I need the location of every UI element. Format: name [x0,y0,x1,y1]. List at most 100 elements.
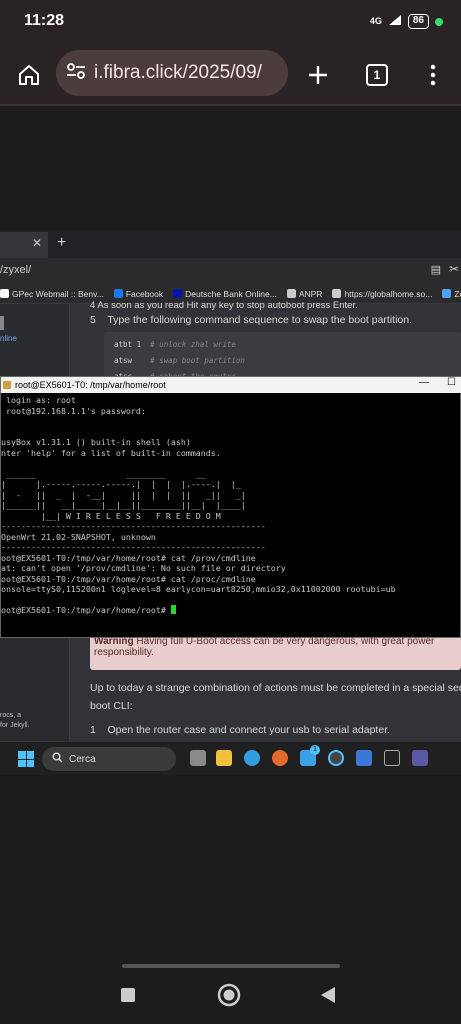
step-number: 5 [90,314,96,326]
edge-address-bar[interactable]: /zyxel/ ▤ ✂ [0,258,461,284]
store-icon[interactable]: 1 [300,745,320,766]
terminal-line: ----------------------------------------… [1,521,266,531]
speedtest-icon[interactable] [328,750,344,766]
browser-toolbar: i.fibra.click/2025/09/ 1 [0,46,461,104]
terminal-title: root@EX5601-T0: /tmp/var/home/root [15,380,166,390]
page-background-top [0,106,461,230]
maximize-icon[interactable]: ☐ [447,377,456,388]
sidebar-link[interactable]: nline [0,334,17,343]
tab-count: 1 [366,64,388,86]
taskbar-search[interactable]: Cerca [42,747,176,771]
terminal-line: ______ ________ __ [1,468,206,479]
terminal-output[interactable]: login as: root root@192.168.1.1's passwo… [1,395,461,639]
edge-tab[interactable]: ✕ [0,232,48,258]
site-settings-icon[interactable] [66,62,86,85]
terminal-line: usyBox v1.31.1 () built-in shell (ash) [1,437,191,447]
bookmark-item[interactable]: https://globalhome.so... [332,289,432,299]
warning-box: Warning Having full U-Boot access can be… [90,634,461,670]
minimize-icon[interactable]: — [419,377,429,388]
putty-icon [3,381,11,389]
bookmark-label: GPec Webmail :: Benv... [12,288,104,299]
bookmark-favicon-icon [113,289,123,298]
bookmark-label: Deutsche Bank Online... [185,288,277,299]
terminal-line: oot@EX5601-T0:/tmp/var/home/root# cat /p… [1,552,256,563]
doc-step1: 1 Open the router case and connect your … [90,724,390,736]
privacy-indicator-icon [435,17,443,26]
signal-icon [388,14,402,29]
terminal-window[interactable]: root@EX5601-T0: /tmp/var/home/root — ☐ l… [0,376,461,638]
code-line: atbt 1 # unlock zhal write [114,340,236,349]
bookmark-favicon-icon [332,289,342,298]
firefox-icon[interactable] [272,750,288,766]
bookmark-label: ANPR [298,288,323,299]
bookmark-favicon-icon [173,289,183,298]
terminal-line: |______|| __|_____|__|__||________||__| … [1,500,246,510]
terminal-line: nter 'help' for a list of built-in comma… [1,447,221,458]
terminal-line: OpenWrt 21.02-SNAPSHOT, unknown [1,531,156,542]
task-view-icon[interactable] [190,750,206,766]
more-options-icon[interactable] [418,60,448,90]
extensions-icon[interactable]: ✂ [449,262,459,276]
status-bar: 11:28 4G 86 [0,0,461,46]
terminal-line: | |.-----.-----.-----.| | | |.----.| |_ [1,479,241,489]
home-nav-icon[interactable] [214,980,244,1010]
network-type: 4G [369,16,382,26]
step-text: Type the following command sequence to s… [107,314,413,326]
terminal-line: oot@EX5601-T0:/tmp/var/home/root# [1,605,461,616]
terminal-line: login as: root [1,395,76,405]
new-tab-icon[interactable] [303,60,333,90]
close-icon[interactable]: ✕ [32,236,42,250]
terminal-line: onsole=ttyS0,115200n1 loglevel=8 earlyco… [1,584,396,594]
bookmark-item[interactable]: GPec Webmail :: Benv... [0,289,104,299]
home-icon[interactable] [14,60,44,90]
bookmark-item[interactable]: Facebook [113,288,164,299]
file-explorer-icon[interactable] [216,750,232,766]
notepad-icon[interactable] [356,750,372,766]
status-icons: 4G 86 [370,14,443,29]
bookmark-label: Zcs Azzurro Portal [454,288,461,299]
bookmark-label: Facebook [125,288,164,299]
terminal-line: oot@EX5601-T0:/tmp/var/home/root# cat /p… [1,573,256,584]
terminal-line: at: can't open '/prov/cmdline': No such … [1,563,286,573]
bookmark-favicon-icon [0,289,9,298]
terminal-icon[interactable] [384,750,400,766]
url-text: i.fibra.click/2025/09/ [94,62,262,83]
bookmark-item[interactable]: ANPR [286,288,323,299]
terminal-line: root@192.168.1.1's password: [1,405,146,416]
windows-taskbar: Cerca 1 [0,741,461,775]
sidebar-footer-line: rocs, a [0,712,22,719]
code-line: atsw # swap boot partition [114,356,245,365]
gesture-handle[interactable] [122,964,340,968]
bookmark-item[interactable]: Zcs Azzurro Portal [442,289,461,299]
windows-start-icon[interactable] [18,751,34,767]
search-icon [52,752,63,766]
back-nav-icon[interactable] [313,980,343,1010]
network-app-icon[interactable] [412,750,428,766]
tab-switcher-button[interactable]: 1 [362,60,392,90]
edge-tab-bar: ✕ + [0,230,461,258]
bookmark-item[interactable]: Deutsche Bank Online... [173,289,277,299]
doc-step4: 4 As soon as you read Hit any key to sto… [90,300,358,311]
desktop-screenshot: ✕ + /zyxel/ ▤ ✂ GPec Webmail :: Benv... F… [0,230,461,775]
recents-nav-icon[interactable] [113,980,143,1010]
terminal-line: ----------------------------------------… [1,542,266,552]
terminal-line: |__| W I R E L E S S F R E E D O M [1,510,221,521]
url-bar[interactable]: i.fibra.click/2025/09/ [56,50,288,96]
doc-paragraph: boot CLI: [90,700,133,712]
window-controls: — ☐ [419,377,456,388]
step-number: 1 [90,724,96,736]
sidebar-footer-line: for Jekyll. [0,722,30,729]
terminal-titlebar[interactable]: root@EX5601-T0: /tmp/var/home/root — ☐ [1,377,461,393]
doc-paragraph: Up to today a strange combination of act… [90,682,461,694]
battery-level: 86 [407,14,429,29]
notification-badge: 1 [310,745,320,755]
bookmark-favicon-icon [286,289,296,298]
status-time: 11:28 [24,12,65,29]
edge-icon[interactable] [244,750,260,766]
reader-icon[interactable]: ▤ [431,263,441,276]
plus-icon[interactable]: + [57,234,66,252]
